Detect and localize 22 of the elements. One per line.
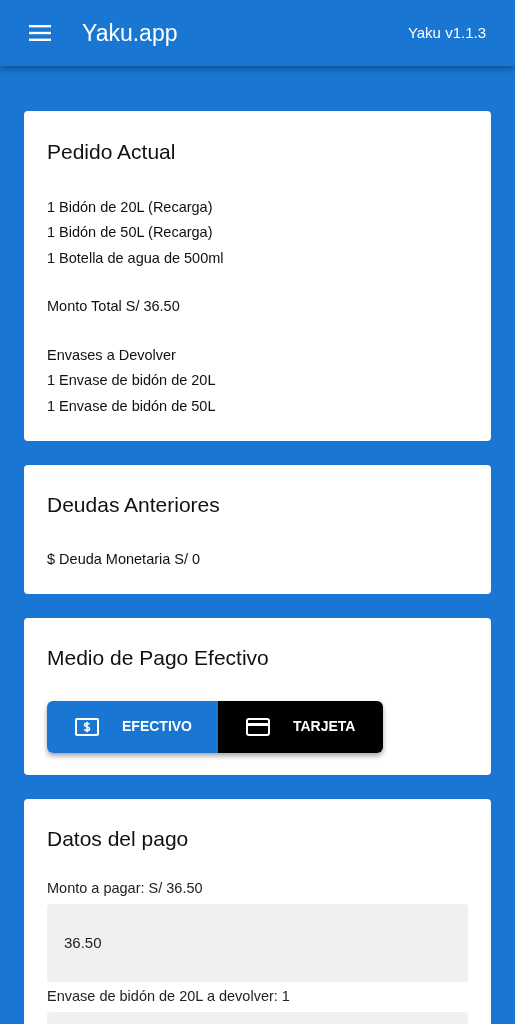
card-title: Datos del pago xyxy=(47,825,190,852)
field-label: Envase de bidón de 20L a devolver: 1 xyxy=(47,987,291,1006)
order-total: Monto Total S/ 36.50 xyxy=(47,297,181,316)
version-label: Yaku v1.1.3 xyxy=(407,22,486,43)
order-item: 1 Botella de agua de 500ml xyxy=(47,248,225,268)
order-item: 1 Bidón de 50L (Recarga) xyxy=(47,223,214,242)
order-item: 1 Bidón de 20L (Recarga) xyxy=(47,197,214,217)
cash-icon xyxy=(75,717,99,736)
returns-heading: Envases a Devolver xyxy=(47,345,177,365)
input-field[interactable]: 36.50 xyxy=(47,904,468,982)
card-title: Medio de Pago Efectivo xyxy=(47,645,270,672)
card-title: Deudas Anteriores xyxy=(47,492,221,518)
payment-option-button[interactable]: TARJETA xyxy=(218,700,383,753)
payment-option-button[interactable]: EFECTIVO xyxy=(47,700,218,753)
debt-line: $ Deuda Monetaria S/ 0 xyxy=(47,549,202,569)
credit-card-icon xyxy=(246,717,270,736)
app-title: Yaku.app xyxy=(82,18,178,48)
return-item: 1 Envase de bidón de 20L xyxy=(47,371,217,390)
card-title: Pedido Actual xyxy=(47,139,177,165)
field-label: Monto a pagar: S/ 36.50 xyxy=(47,879,204,899)
return-item: 1 Envase de bidón de 50L xyxy=(47,396,217,416)
menu-icon[interactable] xyxy=(29,25,51,41)
